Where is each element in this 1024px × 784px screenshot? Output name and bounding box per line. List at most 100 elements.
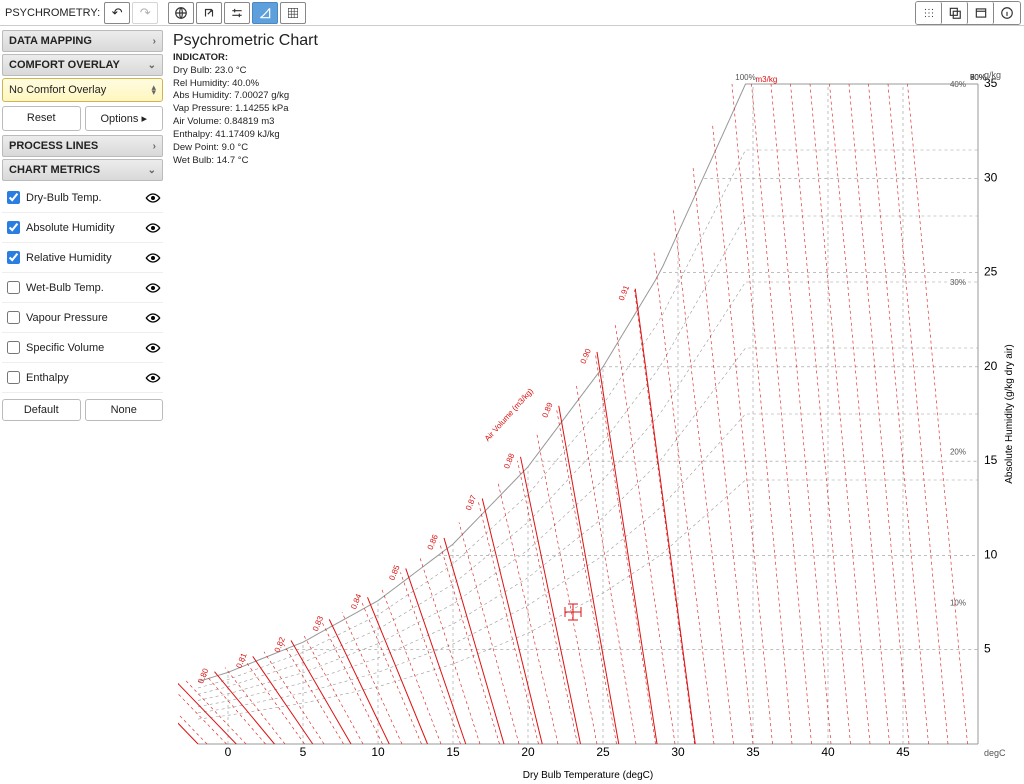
metric-row: Enthalpy [2,363,163,393]
panel-label: COMFORT OVERLAY [9,59,120,71]
chevron-down-icon: ⌄ [148,60,156,71]
eye-icon[interactable] [144,221,162,235]
panel-label: PROCESS LINES [9,140,98,152]
none-button[interactable]: None [85,399,164,421]
psychro-chart-icon[interactable] [252,2,278,24]
metric-row: Relative Humidity [2,243,163,273]
default-button[interactable]: Default [2,399,81,421]
svg-text:45: 45 [896,745,910,759]
metric-checkbox[interactable] [7,221,20,234]
svg-text:Air Volume (m3/kg): Air Volume (m3/kg) [483,386,535,443]
panel-label: DATA MAPPING [9,35,92,47]
info-icon[interactable] [994,2,1020,24]
svg-text:0.84: 0.84 [349,592,363,610]
metric-checkbox[interactable] [7,311,20,324]
metric-label: Dry-Bulb Temp. [26,192,102,204]
metric-row: Wet-Bulb Temp. [2,273,163,303]
metric-label: Absolute Humidity [26,222,115,234]
metric-row: Vapour Pressure [2,303,163,333]
export-icon[interactable] [196,2,222,24]
svg-text:10: 10 [984,547,998,561]
metric-checkbox[interactable] [7,341,20,354]
svg-text:0.82: 0.82 [273,635,287,653]
app-mode-label: PSYCHROMETRY: [5,7,100,19]
metric-row: Dry-Bulb Temp. [2,183,163,213]
svg-text:Absolute Humidity (g/kg dry ai: Absolute Humidity (g/kg dry air) [1004,344,1015,484]
svg-text:25: 25 [984,265,998,279]
metric-label: Enthalpy [26,372,69,384]
chart-metrics-body: Dry-Bulb Temp. Absolute Humidity Relative … [2,181,163,395]
comfort-overlay-select[interactable]: No Comfort Overlay ▴▾ [2,78,163,102]
eye-icon[interactable] [144,371,162,385]
options-button[interactable]: Options ▸ [85,106,164,131]
svg-text:20: 20 [521,745,535,759]
chart-area: Psychrometric Chart INDICATOR:Dry Bulb: … [165,26,1024,768]
overlay-icon[interactable] [942,2,968,24]
svg-text:0.83: 0.83 [311,614,325,632]
svg-text:30: 30 [671,745,685,759]
metric-checkbox[interactable] [7,371,20,384]
svg-text:m3/kg: m3/kg [756,75,778,84]
eye-icon[interactable] [144,311,162,325]
svg-text:0: 0 [225,745,232,759]
svg-text:0.90: 0.90 [579,347,593,365]
svg-text:100%: 100% [735,73,755,82]
svg-text:10: 10 [371,745,385,759]
svg-text:20%: 20% [950,448,966,457]
eye-icon[interactable] [144,191,162,205]
undo-button[interactable]: ↶ [104,2,130,24]
svg-text:g/kg: g/kg [984,70,1001,80]
panel-comfort-overlay[interactable]: COMFORT OVERLAY ⌄ [2,54,163,76]
svg-text:0.80: 0.80 [196,667,210,685]
metric-checkbox[interactable] [7,191,20,204]
svg-text:15: 15 [446,745,460,759]
svg-text:5: 5 [984,642,991,656]
chevron-right-icon: › [153,36,156,47]
svg-text:Dry Bulb Temperature (degC): Dry Bulb Temperature (degC) [523,770,653,781]
chart-title: Psychrometric Chart [173,32,1016,50]
window-icon[interactable] [968,2,994,24]
metric-checkbox[interactable] [7,281,20,294]
panel-process-lines[interactable]: PROCESS LINES › [2,135,163,157]
svg-text:0.87: 0.87 [464,493,478,511]
metric-checkbox[interactable] [7,251,20,264]
chevron-down-icon: ⌄ [148,165,156,176]
top-toolbar: PSYCHROMETRY: ↶ ↷ [0,0,1024,26]
metric-row: Specific Volume [2,333,163,363]
panel-chart-metrics[interactable]: CHART METRICS ⌄ [2,159,163,181]
sidebar: DATA MAPPING › COMFORT OVERLAY ⌄ No Comf… [0,26,165,768]
metric-row: Absolute Humidity [2,213,163,243]
metric-label: Relative Humidity [26,252,112,264]
svg-text:40: 40 [821,745,835,759]
psychrometric-chart[interactable]: 0510152025303540455101520253035100%90%80… [178,64,1018,784]
comfort-select-value: No Comfort Overlay [9,84,106,96]
svg-text:10%: 10% [950,599,966,608]
svg-text:0.86: 0.86 [426,533,440,551]
metric-label: Vapour Pressure [26,312,108,324]
reset-button[interactable]: Reset [2,106,81,131]
svg-text:0.89: 0.89 [540,401,554,419]
svg-text:35: 35 [746,745,760,759]
eye-icon[interactable] [144,251,162,265]
svg-text:30%: 30% [950,278,966,287]
svg-text:15: 15 [984,453,998,467]
chevron-right-icon: › [153,141,156,152]
main-layout: DATA MAPPING › COMFORT OVERLAY ⌄ No Comf… [0,26,1024,768]
svg-text:20: 20 [984,359,998,373]
svg-text:40%: 40% [950,80,966,89]
panel-label: CHART METRICS [9,164,100,176]
settings-sliders-icon[interactable] [224,2,250,24]
svg-text:25: 25 [596,745,610,759]
svg-text:5: 5 [300,745,307,759]
grid-dots-icon[interactable] [916,2,942,24]
panel-data-mapping[interactable]: DATA MAPPING › [2,30,163,52]
grid-icon[interactable] [280,2,306,24]
svg-text:30: 30 [984,170,998,184]
comfort-overlay-body: No Comfort Overlay ▴▾ Reset Options ▸ [2,76,163,133]
eye-icon[interactable] [144,341,162,355]
globe-icon[interactable] [168,2,194,24]
eye-icon[interactable] [144,281,162,295]
metric-label: Wet-Bulb Temp. [26,282,104,294]
svg-text:degC: degC [984,748,1006,758]
redo-button[interactable]: ↷ [132,2,158,24]
